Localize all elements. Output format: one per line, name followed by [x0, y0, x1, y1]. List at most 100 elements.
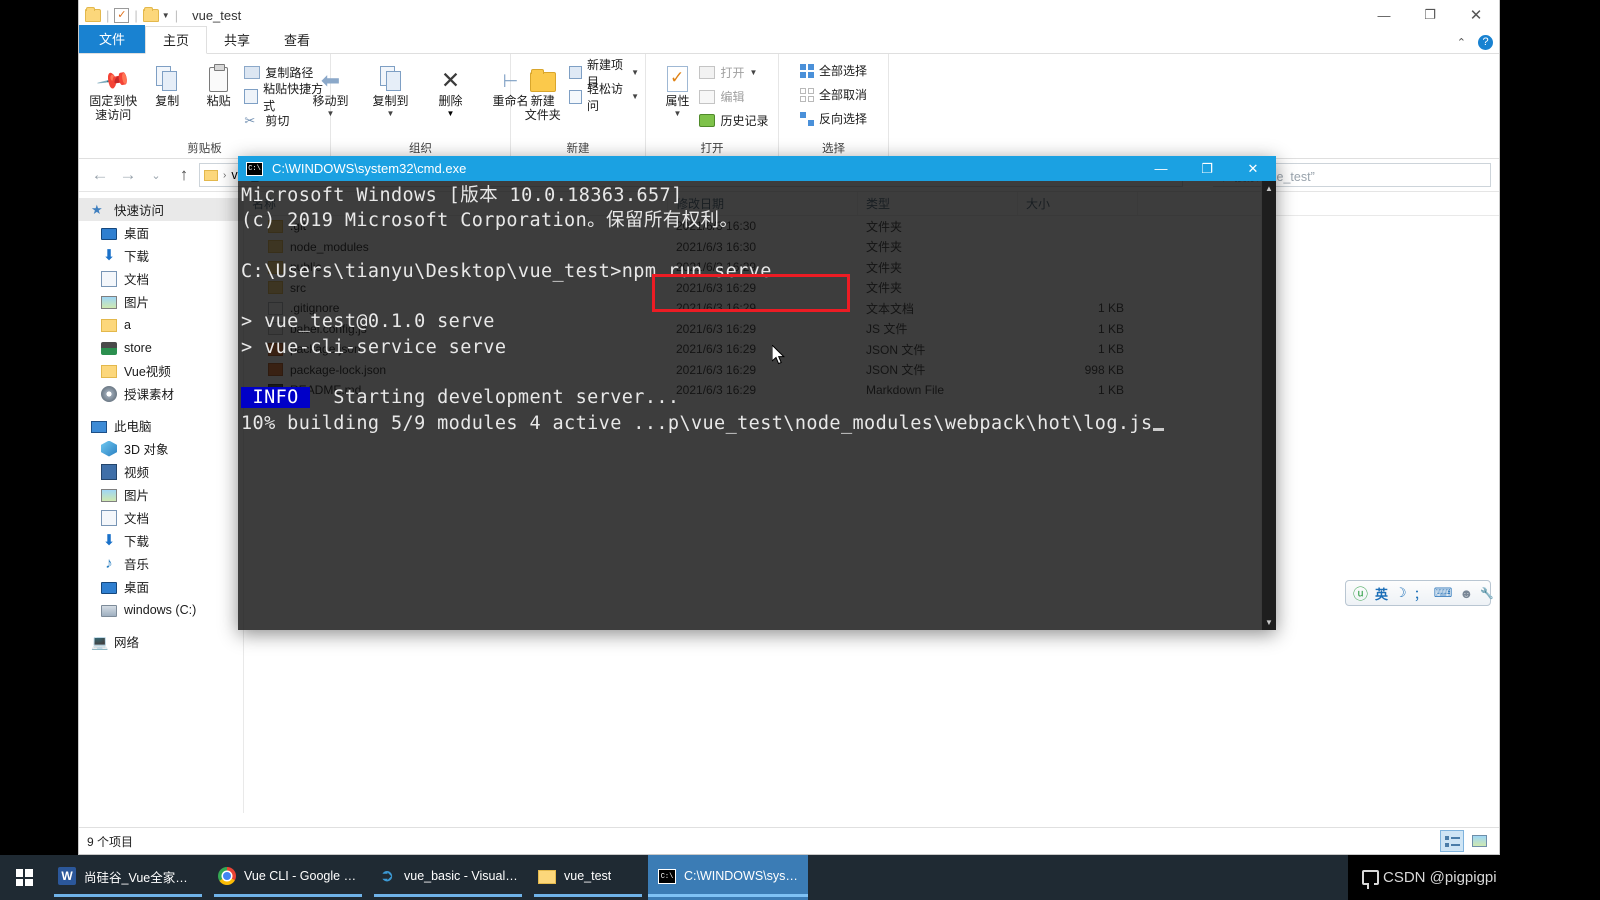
- ribbon-group-clipboard: 📌 固定到快 速访问 复制 粘贴 复制路径 粘贴快捷方式 ✂ 剪切 剪贴板: [79, 54, 331, 158]
- dropdown-caret-icon[interactable]: ▼: [162, 11, 170, 20]
- cmd-window-title: C:\WINDOWS\system32\cmd.exe: [272, 161, 467, 176]
- start-button[interactable]: [0, 855, 48, 900]
- ime-floating-toolbar[interactable]: ⓤ 英 ☽ ； ⌨ ☻ 🔧: [1345, 580, 1494, 606]
- ime-moon-icon[interactable]: ☽: [1395, 585, 1407, 601]
- sidebar-item-pictures-pc[interactable]: 图片: [79, 483, 243, 506]
- large-icons-view-button[interactable]: [1467, 830, 1491, 852]
- sidebar-item-documents[interactable]: 文档: [79, 267, 243, 290]
- scroll-down-icon[interactable]: ▼: [1262, 615, 1276, 630]
- sidebar-item-quick-access[interactable]: ★ 快速访问: [79, 198, 243, 221]
- taskbar-item-vscode[interactable]: ➲ vue_basic - Visual S...: [368, 855, 528, 900]
- ime-mode-label[interactable]: 英: [1375, 584, 1388, 603]
- sidebar-item-desktop[interactable]: 桌面: [79, 221, 243, 244]
- sidebar-item-videos[interactable]: 视频: [79, 460, 243, 483]
- invert-selection-button[interactable]: 反向选择: [799, 109, 867, 128]
- chevron-down-icon[interactable]: ▼: [631, 92, 639, 101]
- sidebar-item-network[interactable]: 💻 网络: [79, 630, 243, 653]
- delete-button[interactable]: ✕ 删除 ▼: [421, 56, 481, 118]
- taskbar-item-word[interactable]: W 尚硅谷_Vue全家桶.d...: [48, 855, 208, 900]
- scroll-up-icon[interactable]: ▲: [1262, 181, 1276, 196]
- minimize-button[interactable]: —: [1361, 0, 1407, 30]
- sidebar-item-windows-c[interactable]: windows (C:): [79, 598, 243, 621]
- sidebar-item-store[interactable]: store: [79, 336, 243, 359]
- ime-keyboard-icon[interactable]: ⌨: [1434, 585, 1453, 601]
- chevron-down-icon[interactable]: ▼: [674, 109, 682, 118]
- details-view-button[interactable]: [1440, 830, 1464, 852]
- button-label: 新建: [530, 94, 555, 108]
- cmd-icon: C:\: [246, 161, 263, 176]
- sidebar-item-label: a: [124, 317, 131, 332]
- cmd-close-button[interactable]: ✕: [1230, 156, 1276, 181]
- sidebar-item-downloads[interactable]: ⬇ 下载: [79, 244, 243, 267]
- easy-access-icon: [568, 89, 582, 104]
- new-folder-icon[interactable]: [142, 6, 159, 22]
- sidebar-item-label: 音乐: [124, 558, 150, 572]
- chevron-down-icon[interactable]: ▼: [631, 68, 639, 77]
- pictures-icon: [101, 489, 117, 502]
- up-button[interactable]: ↑: [171, 162, 197, 188]
- cmd-maximize-button[interactable]: ❐: [1184, 156, 1230, 181]
- taskbar: W 尚硅谷_Vue全家桶.d... Vue CLI - Google C... …: [0, 855, 1568, 900]
- sidebar-item-this-pc[interactable]: 此电脑: [79, 414, 243, 437]
- close-button[interactable]: ✕: [1453, 0, 1499, 30]
- copy-to-button[interactable]: 复制到 ▼: [361, 56, 421, 118]
- sidebar-item-documents-pc[interactable]: 文档: [79, 506, 243, 529]
- chevron-down-icon[interactable]: ▼: [447, 109, 455, 118]
- paste-icon: [209, 64, 229, 92]
- chevron-down-icon[interactable]: ▼: [750, 68, 758, 77]
- chevron-down-icon[interactable]: ▼: [327, 109, 335, 118]
- chevron-down-icon[interactable]: ▼: [387, 109, 395, 118]
- recent-locations-button[interactable]: ⌄: [143, 162, 169, 188]
- item-count: 9 个项目: [87, 834, 134, 849]
- select-none-button[interactable]: 全部取消: [799, 85, 867, 104]
- properties-checkbox-icon[interactable]: ✓: [114, 7, 130, 23]
- folder-icon[interactable]: [85, 6, 101, 22]
- command-highlight-box: [652, 274, 850, 312]
- help-icon[interactable]: ?: [1478, 35, 1493, 50]
- ime-punctuation-icon[interactable]: ；: [1414, 584, 1427, 603]
- sidebar-item-label: 视频: [124, 466, 150, 480]
- sidebar-item-vue-videos[interactable]: Vue视频: [79, 359, 243, 382]
- tab-share[interactable]: 共享: [207, 27, 267, 53]
- sidebar-item-desktop-pc[interactable]: 桌面: [79, 575, 243, 598]
- back-button[interactable]: ←: [87, 162, 113, 188]
- collapse-ribbon-icon[interactable]: ⌃: [1457, 36, 1466, 49]
- select-all-button[interactable]: 全部选择: [799, 61, 867, 80]
- history-button[interactable]: 历史记录: [699, 111, 769, 130]
- sidebar-item-3d-objects[interactable]: 3D 对象: [79, 437, 243, 460]
- cmd-minimize-button[interactable]: —: [1138, 156, 1184, 181]
- sidebar-item-music[interactable]: ♪ 音乐: [79, 552, 243, 575]
- videos-icon: [101, 463, 117, 480]
- paste-button[interactable]: 粘贴: [193, 56, 244, 109]
- tab-file[interactable]: 文件: [79, 25, 146, 53]
- sidebar-item-label: 桌面: [124, 581, 150, 595]
- properties-button[interactable]: 属性 ▼: [655, 56, 699, 118]
- cmd-scrollbar[interactable]: ▲ ▼: [1261, 181, 1276, 630]
- sidebar-item-downloads-pc[interactable]: ⬇ 下载: [79, 529, 243, 552]
- move-to-button[interactable]: ⬅ 移动到 ▼: [301, 56, 361, 118]
- new-folder-button[interactable]: 新建 文件夹: [517, 56, 569, 123]
- sidebar-item-teaching-materials[interactable]: 授课素材: [79, 382, 243, 405]
- copy-button[interactable]: 复制: [142, 56, 193, 109]
- forward-button[interactable]: →: [115, 162, 141, 188]
- ime-logo-icon[interactable]: ⓤ: [1353, 583, 1368, 604]
- sidebar-item-label: 桌面: [124, 227, 150, 241]
- taskbar-item-chrome[interactable]: Vue CLI - Google C...: [208, 855, 368, 900]
- tab-view[interactable]: 查看: [267, 27, 327, 53]
- restore-button[interactable]: ❐: [1407, 0, 1453, 30]
- ime-user-icon[interactable]: ☻: [1459, 586, 1473, 601]
- cursor: [1152, 427, 1164, 431]
- button-label: 全部取消: [818, 88, 867, 102]
- taskbar-item-cmd[interactable]: C:\ C:\WINDOWS\syste...: [648, 855, 808, 900]
- copy-icon: [156, 66, 178, 92]
- ime-tools-icon[interactable]: 🔧: [1480, 587, 1494, 600]
- sidebar-item-a[interactable]: a: [79, 313, 243, 336]
- tab-home[interactable]: 主页: [145, 26, 208, 54]
- sidebar-item-pictures[interactable]: 图片: [79, 290, 243, 313]
- open-button[interactable]: 打开 ▼: [699, 63, 768, 82]
- pin-to-quick-access-button[interactable]: 📌 固定到快 速访问: [85, 56, 142, 123]
- cmd-console-body[interactable]: Microsoft Windows [版本 10.0.18363.657] (c…: [238, 181, 1276, 630]
- taskbar-item-vue-test-folder[interactable]: vue_test: [528, 855, 648, 900]
- edit-button[interactable]: 编辑: [699, 87, 768, 106]
- easy-access-button[interactable]: 轻松访问 ▼: [568, 82, 639, 113]
